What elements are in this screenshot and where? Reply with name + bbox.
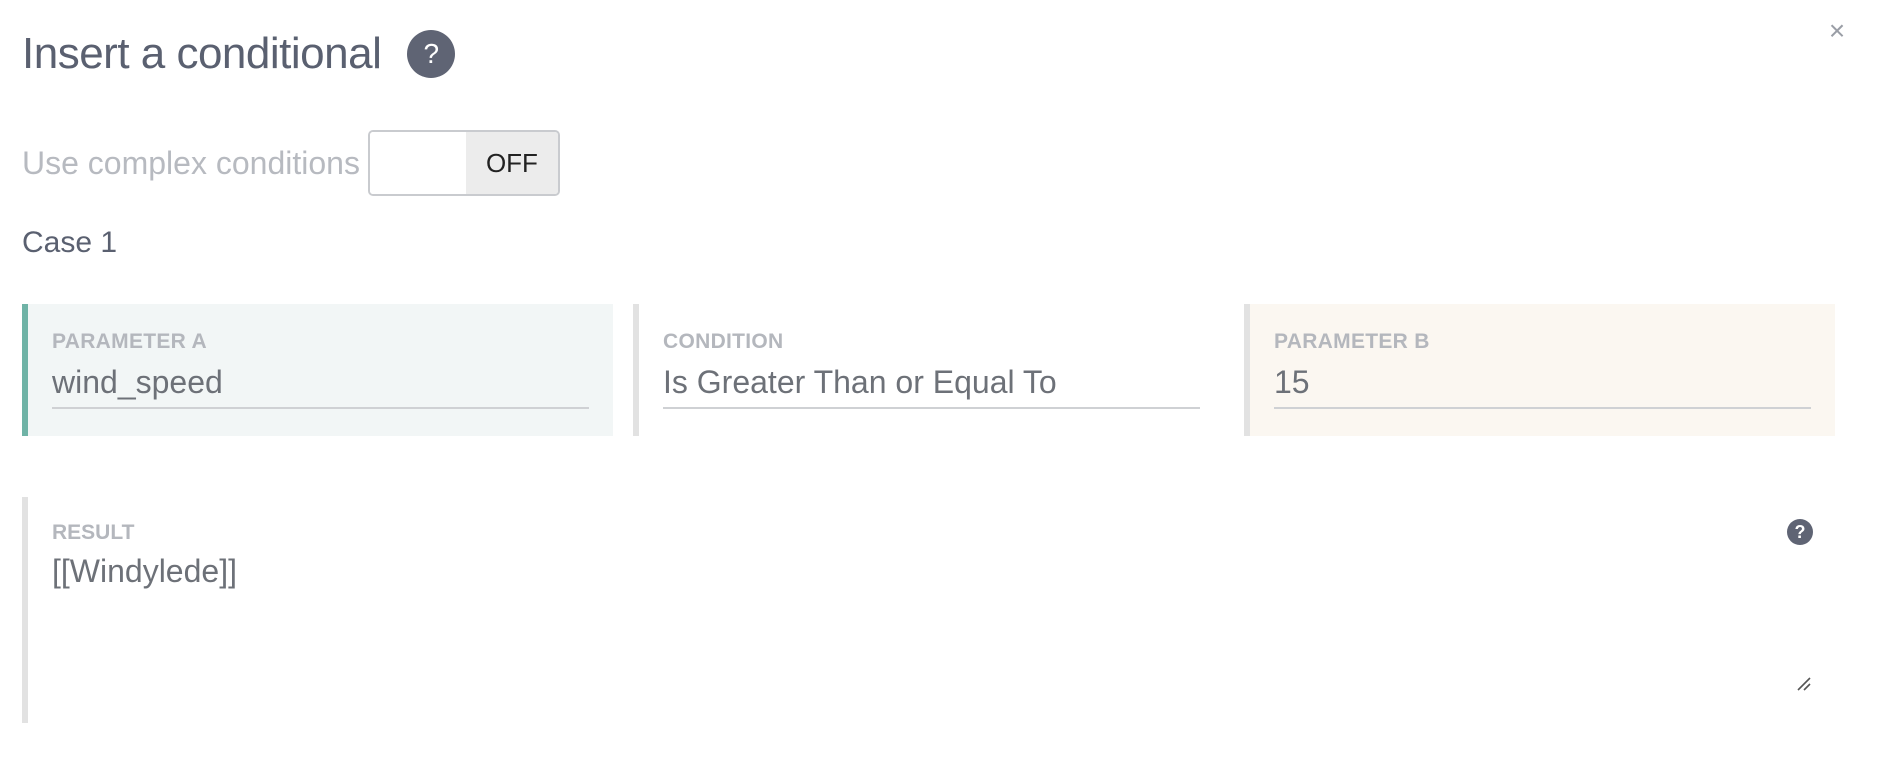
condition-field[interactable]: CONDITION Is Greater Than or Equal To [633,304,1224,436]
help-icon[interactable]: ? [407,30,456,78]
dialog-header: Insert a conditional ? [22,24,456,84]
parameter-a-input[interactable]: wind_speed [52,364,589,409]
parameter-b-input[interactable]: 15 [1274,364,1811,409]
parameter-a-label: PARAMETER A [52,330,207,353]
condition-select[interactable]: Is Greater Than or Equal To [663,364,1200,409]
result-textarea[interactable]: [[Windylede]] [52,553,1811,590]
result-label: RESULT [52,521,135,544]
dialog-title: Insert a conditional [22,29,382,78]
parameter-b-field[interactable]: PARAMETER B 15 [1244,304,1835,436]
condition-label: CONDITION [663,330,784,353]
parameter-b-label: PARAMETER B [1274,330,1430,353]
complex-conditions-label: Use complex conditions [22,144,360,181]
result-field[interactable]: RESULT [[Windylede]] ? [22,497,1835,723]
toggle-knob[interactable] [369,132,466,194]
complex-conditions-row: Use complex conditions OFF [22,128,560,198]
insert-conditional-dialog: × Insert a conditional ? Use complex con… [0,0,1878,760]
result-help-icon[interactable]: ? [1787,519,1813,545]
toggle-state-label: OFF [465,132,558,194]
complex-conditions-toggle[interactable]: OFF [367,130,560,196]
close-icon[interactable]: × [1822,16,1852,46]
parameter-a-field[interactable]: PARAMETER A wind_speed [22,304,613,436]
case-title: Case 1 [22,226,118,259]
resize-handle-icon[interactable] [1795,675,1813,693]
